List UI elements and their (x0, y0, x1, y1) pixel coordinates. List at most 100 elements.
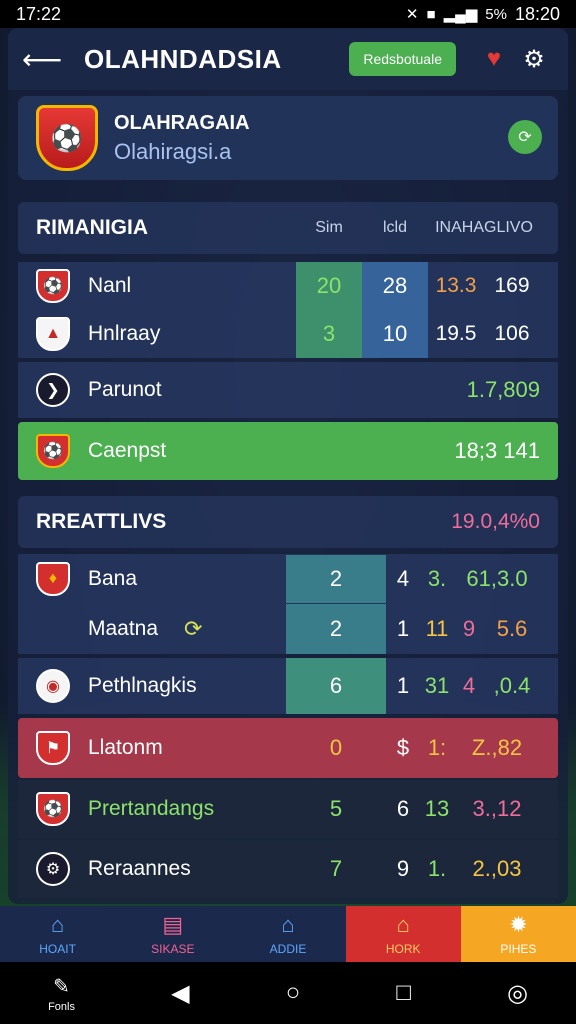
refresh-icon[interactable]: ⟳ (184, 616, 286, 642)
status-icons: ✕ ■ ▂▄▆ 5% 18:20 (406, 4, 560, 25)
table-row[interactable]: ❯ Parunot 1.7,809 (18, 362, 558, 418)
row-team-name: Pethlnagkis (88, 674, 197, 697)
row-value: 7 (329, 856, 343, 881)
table-row[interactable]: ◉ Pethlnagkis 6 1 31 4 ,0.4 (18, 658, 558, 714)
team-card[interactable]: ⚽ OLAHRAGAIA Olahiragsi.a ⟳ (18, 96, 558, 180)
nav-label: ADDIE (269, 942, 307, 956)
nav-label: PIHES (500, 942, 537, 956)
team-crest-icon: ⚑ (36, 731, 70, 765)
status-bar: 17:22 ✕ ■ ▂▄▆ 5% 18:20 (0, 0, 576, 28)
home-circle-icon[interactable]: ○ (286, 979, 301, 1007)
row-value: 5.6 (496, 616, 528, 641)
table-row[interactable]: Maatna ⟳ 2 1 11 9 5.6 (18, 604, 558, 654)
table-row-highlighted[interactable]: ⚑ Llatonm 0 $ 1: Z.,82 (18, 718, 558, 778)
row-value: 9 (462, 616, 476, 641)
system-left-label: Fonls (48, 1000, 75, 1013)
row-team-name: Prertandangs (88, 797, 215, 820)
row-value: 10 (362, 310, 428, 358)
row-team-name: Llatonm (88, 736, 163, 759)
row-team-name: Maatna (88, 617, 159, 640)
row-value: 3 (296, 310, 362, 358)
section-value: 19.0,4%0 (451, 510, 540, 533)
back-arrow-icon[interactable]: ⟵ (22, 43, 62, 76)
heart-icon[interactable]: ♥ (474, 45, 514, 73)
row-value: 1 (396, 673, 410, 698)
row-value: Z.,82 (471, 735, 523, 760)
refresh-icon[interactable]: ⟳ (508, 120, 542, 154)
row-value: 13.3 (435, 274, 477, 297)
row-value: 28 (362, 262, 428, 310)
table-row[interactable]: ▲ Hnlraay 3 10 19.5 106 (18, 310, 558, 358)
team-crest-icon: ⚽ (36, 792, 70, 826)
assistant-icon[interactable]: ◎ (507, 979, 528, 1008)
row-value: 4 (396, 566, 410, 591)
nav-label: SIKASE (151, 942, 195, 956)
team-crest: ⚽ (36, 105, 98, 171)
nav-label: HORK (385, 942, 421, 956)
row-value: 1: (427, 735, 447, 760)
back-triangle-icon[interactable]: ◀ (171, 979, 189, 1008)
stats-icon: ▤ (162, 912, 184, 937)
store-icon: ⌂ (396, 912, 410, 937)
row-team-name: Bana (88, 567, 138, 590)
table-row[interactable]: ⚽ Prertandangs 5 6 13 3.,12 (18, 780, 558, 838)
row-value: 3. (427, 566, 447, 591)
table-row[interactable]: ♦ Bana 2 4 3. 61,3.0 (18, 554, 558, 604)
section-title: RIMANIGIA (36, 216, 148, 239)
team-crest-icon: ◉ (36, 669, 70, 703)
row-value: 31 (424, 673, 450, 698)
nav-item-home[interactable]: ⌂ HOAIT (0, 906, 116, 962)
notification-icon: ■ (426, 5, 436, 23)
bottom-navigation: ⌂ HOAIT ▤ SIKASE ⌂ ADDIE ⌂ HORK ✹ PIHES (0, 906, 576, 962)
row-value: 2 (286, 604, 386, 654)
row-value: 2.,03 (472, 856, 522, 881)
recents-square-icon[interactable]: □ (396, 979, 411, 1007)
row-team-name: Nanl (88, 274, 132, 297)
gear-icon[interactable]: ⚙ (514, 45, 554, 74)
team-crest-icon: ▲ (36, 317, 70, 351)
section-header-standings: RIMANIGIA Sim lcld INAHAGLIVO (18, 202, 558, 254)
main-panel: ⟵ OLAHNDADSIA Redsbotuale ♥ ⚙ ⚽ OLAHRAGA… (8, 28, 568, 904)
mute-icon: ✕ (405, 6, 419, 23)
column-header[interactable]: lcld (362, 219, 428, 237)
nav-item-stats[interactable]: ▤ SIKASE (115, 906, 231, 962)
row-team-name: Caenpst (88, 439, 167, 462)
row-value: 2 (286, 555, 386, 603)
column-header[interactable]: INAHAGLIVO (428, 219, 540, 237)
status-time-left: 17:22 (16, 3, 62, 24)
battery-level: 5% (485, 5, 507, 23)
row-value: 61,3.0 (466, 566, 528, 591)
row-value: 13 (424, 796, 450, 821)
row-value: 106 (494, 322, 530, 345)
table-row[interactable]: ⚽ Nanl 20 28 13.3 169 (18, 262, 558, 310)
team-crest-icon: ⚽ (36, 434, 70, 468)
section-title: RREATTLIVS (36, 510, 167, 533)
row-value: 20 (296, 262, 362, 310)
nav-item-add[interactable]: ⌂ ADDIE (230, 906, 346, 962)
column-header[interactable]: Sim (296, 219, 362, 237)
team-crest-icon: ⚽ (36, 269, 70, 303)
row-value: 11 (425, 616, 449, 641)
team-name: OLAHRAGAIA (114, 111, 250, 134)
row-value: 4 (462, 673, 476, 698)
row-team-name: Parunot (88, 378, 162, 401)
system-left-button[interactable]: ✎ Fonls (48, 974, 75, 1013)
app-header: ⟵ OLAHNDADSIA Redsbotuale ♥ ⚙ (8, 28, 568, 90)
row-value: 0 (329, 735, 343, 760)
table-row-highlighted[interactable]: ⚽ Caenpst 18;3 141 (18, 422, 558, 480)
nav-item-store[interactable]: ⌂ HORK (345, 906, 461, 962)
row-value: 1. (427, 856, 447, 881)
team-crest-icon: ⚙ (36, 852, 70, 886)
header-action-button[interactable]: Redsbotuale (349, 42, 456, 76)
table-row[interactable]: ⚙ Reraannes 7 9 1. 2.,03 (18, 840, 558, 898)
row-value: 19.5 (435, 322, 477, 345)
section-header-results: RREATTLIVS 19.0,4%0 (18, 496, 558, 548)
row-value: 9 (396, 856, 410, 881)
row-value: 5 (329, 796, 343, 821)
nav-item-hot[interactable]: ✹ PIHES (460, 906, 576, 962)
row-value: 169 (494, 274, 530, 297)
row-value: 6 (286, 658, 386, 714)
status-time-right: 18:20 (514, 3, 560, 24)
team-subtitle: Olahiragsi.a (114, 138, 232, 164)
row-value: ,0.4 (493, 673, 531, 698)
